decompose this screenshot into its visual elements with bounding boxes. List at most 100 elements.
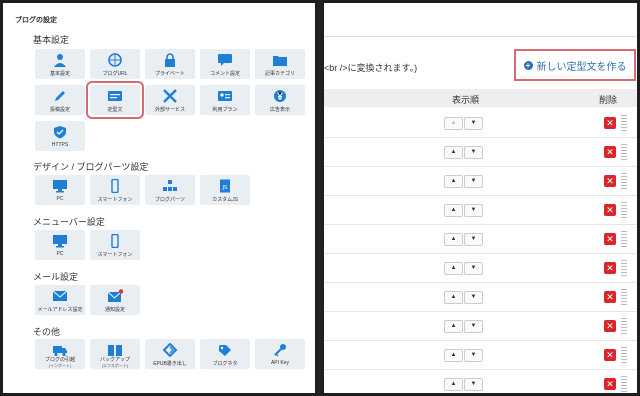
tile-plan[interactable]: 利用プラン bbox=[200, 85, 250, 115]
delete-icon[interactable]: ✕ bbox=[604, 320, 616, 332]
move-up-button[interactable]: ▲ bbox=[444, 378, 463, 391]
move-up-button[interactable]: ▲ bbox=[444, 320, 463, 333]
move-up-button[interactable]: ▲ bbox=[444, 175, 463, 188]
move-down-button[interactable]: ▼ bbox=[464, 291, 483, 304]
tile-basic-settings[interactable]: 基本設定 bbox=[35, 49, 85, 79]
section-heading-design: デザイン / ブログパーツ設定 bbox=[33, 162, 149, 172]
order-controls: ▲ ▼ bbox=[444, 320, 483, 333]
panel-top-area bbox=[324, 3, 637, 37]
drag-handle-icon[interactable] bbox=[621, 318, 627, 334]
tile-sublabel: (インポート) bbox=[48, 363, 72, 368]
move-down-button[interactable]: ▼ bbox=[464, 320, 483, 333]
move-up-button[interactable]: ▲ bbox=[444, 291, 463, 304]
move-down-button[interactable]: ▼ bbox=[464, 175, 483, 188]
tile-mail-address[interactable]: メールアドレス設定 bbox=[35, 285, 85, 315]
drag-handle-icon[interactable] bbox=[621, 115, 627, 131]
tile-design-pc[interactable]: PC bbox=[35, 175, 85, 205]
shield-icon bbox=[54, 126, 66, 139]
tile-private[interactable]: プライベート bbox=[145, 49, 195, 79]
drag-handle-icon[interactable] bbox=[621, 231, 627, 247]
tile-ads[interactable]: 広告表示 bbox=[255, 85, 305, 115]
tile-category[interactable]: 記事カテゴリ bbox=[255, 49, 305, 79]
tile-label: 記事カテゴリ bbox=[264, 71, 295, 77]
drag-handle-icon[interactable] bbox=[621, 173, 627, 189]
delete-icon[interactable]: ✕ bbox=[604, 349, 616, 361]
drag-handle-icon[interactable] bbox=[621, 289, 627, 305]
tile-blog-url[interactable]: ブログURL bbox=[90, 49, 140, 79]
tile-external-services[interactable]: 外部サービス bbox=[145, 85, 195, 115]
move-up-button[interactable]: ▲ bbox=[444, 204, 463, 217]
tile-notification[interactable]: 通知設定 bbox=[90, 285, 140, 315]
tile-template-text[interactable]: 定型文 bbox=[86, 81, 144, 119]
tile-comment-settings[interactable]: コメント設定 bbox=[200, 49, 250, 79]
order-controls: ▲ ▼ bbox=[444, 146, 483, 159]
tile-api-key[interactable]: API Key bbox=[255, 339, 305, 369]
folder-icon bbox=[273, 56, 287, 66]
drag-handle-icon[interactable] bbox=[621, 376, 627, 392]
tile-label: プライベート bbox=[154, 71, 185, 77]
tile-post-settings[interactable]: 投稿設定 bbox=[35, 85, 85, 115]
delete-icon[interactable]: ✕ bbox=[604, 233, 616, 245]
move-down-button[interactable]: ▼ bbox=[464, 349, 483, 362]
drag-handle-icon[interactable] bbox=[621, 347, 627, 363]
move-up-button[interactable]: ▲ bbox=[444, 233, 463, 246]
tile-blog-neta[interactable]: ブログネタ bbox=[200, 339, 250, 369]
tile-label: API Key bbox=[270, 360, 290, 366]
table-row: ▲ ▼ ✕ bbox=[324, 196, 637, 225]
drag-handle-icon[interactable] bbox=[621, 202, 627, 218]
move-up-button[interactable]: ▲ bbox=[444, 146, 463, 159]
epub-icon bbox=[162, 343, 178, 357]
move-down-button[interactable]: ▼ bbox=[464, 378, 483, 391]
tile-label: HTTPS bbox=[51, 142, 69, 148]
tile-design-smartphone[interactable]: スマートフォン bbox=[90, 175, 140, 205]
tile-label: コメント設定 bbox=[209, 71, 240, 77]
table-row: ▲ ▼ ✕ bbox=[324, 312, 637, 341]
new-template-label: 新しい定型文を作る bbox=[536, 61, 627, 73]
column-delete: 削除 bbox=[599, 95, 618, 105]
move-down-button[interactable]: ▼ bbox=[464, 204, 483, 217]
smartphone-icon bbox=[111, 234, 119, 248]
tile-backup[interactable]: バックアップ (エクスポート) bbox=[90, 339, 140, 369]
delete-icon[interactable]: ✕ bbox=[604, 204, 616, 216]
tile-https[interactable]: HTTPS bbox=[35, 121, 85, 151]
table-row: ▲ ▼ ✕ bbox=[324, 225, 637, 254]
order-controls: ▲ ▼ bbox=[444, 117, 483, 130]
move-down-button[interactable]: ▼ bbox=[464, 262, 483, 275]
drag-handle-icon[interactable] bbox=[621, 144, 627, 160]
move-up-button[interactable]: ▲ bbox=[444, 262, 463, 275]
tile-label: 通知設定 bbox=[104, 307, 125, 313]
order-controls: ▲ ▼ bbox=[444, 291, 483, 304]
globe-icon bbox=[108, 53, 122, 67]
move-up-button[interactable]: ▲ bbox=[444, 349, 463, 362]
drag-handle-icon[interactable] bbox=[621, 260, 627, 276]
tile-label: 広告表示 bbox=[269, 107, 290, 113]
tile-custom-js[interactable]: JS カスタムJS bbox=[200, 175, 250, 205]
cross-tools-icon bbox=[163, 89, 177, 103]
table-header: 表示順 削除 bbox=[324, 89, 637, 107]
section-heading-mail: メール設定 bbox=[33, 272, 79, 282]
tile-blog-parts[interactable]: ブログパーツ bbox=[145, 175, 195, 205]
delete-icon[interactable]: ✕ bbox=[604, 262, 616, 274]
delete-icon[interactable]: ✕ bbox=[604, 378, 616, 390]
delete-icon[interactable]: ✕ bbox=[604, 291, 616, 303]
move-down-button[interactable]: ▼ bbox=[464, 233, 483, 246]
move-down-button[interactable]: ▼ bbox=[464, 146, 483, 159]
move-up-button[interactable]: ▲ bbox=[444, 117, 463, 130]
tile-epub[interactable]: EPUB書き出し bbox=[145, 339, 195, 369]
tile-label: 投稿設定 bbox=[49, 107, 70, 113]
delete-icon[interactable]: ✕ bbox=[604, 117, 616, 129]
new-template-button[interactable]: + 新しい定型文を作る bbox=[514, 49, 636, 81]
tile-label: ブログパーツ bbox=[155, 197, 185, 203]
tile-menubar-smartphone[interactable]: スマートフォン bbox=[90, 230, 140, 260]
order-controls: ▲ ▼ bbox=[444, 378, 483, 391]
delete-icon[interactable]: ✕ bbox=[604, 175, 616, 187]
tile-menubar-pc[interactable]: PC bbox=[35, 230, 85, 260]
plus-circle-icon: + bbox=[523, 60, 533, 70]
move-down-button[interactable]: ▼ bbox=[464, 117, 483, 130]
tile-label: スマートフォン bbox=[97, 197, 133, 203]
delete-icon[interactable]: ✕ bbox=[604, 146, 616, 158]
mail-icon bbox=[52, 290, 68, 301]
monitor-icon bbox=[53, 235, 67, 248]
table-row: ▲ ▼ ✕ bbox=[324, 341, 637, 370]
tile-import[interactable]: ブログの引越 (インポート) bbox=[35, 339, 85, 369]
